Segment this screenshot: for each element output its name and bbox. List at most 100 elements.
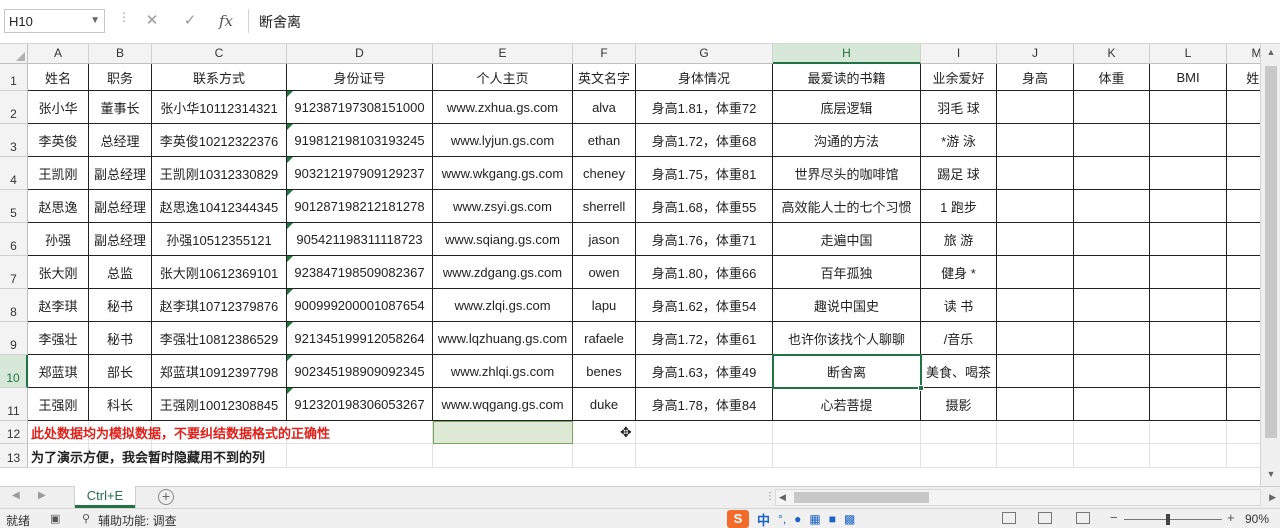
table-cell[interactable]: 921345199912058264 bbox=[287, 322, 433, 355]
table-cell[interactable] bbox=[1150, 223, 1227, 256]
table-cell[interactable]: 身高1.72，体重61 bbox=[636, 322, 773, 355]
formula-input[interactable]: 断舍离 bbox=[248, 9, 1274, 33]
empty-cell[interactable] bbox=[997, 444, 1074, 468]
header-cell[interactable]: 联系方式 bbox=[152, 64, 287, 91]
row-header-1[interactable]: 1 bbox=[0, 64, 28, 91]
table-cell[interactable]: 美食、喝茶 bbox=[921, 355, 997, 388]
table-cell[interactable]: 王强刚 bbox=[28, 388, 89, 421]
skin-icon[interactable]: ■ bbox=[829, 512, 836, 526]
zoom-slider-knob[interactable] bbox=[1166, 514, 1170, 525]
column-header-e[interactable]: E bbox=[433, 44, 573, 64]
column-header-i[interactable]: I bbox=[921, 44, 997, 64]
table-cell[interactable] bbox=[1227, 190, 1260, 223]
table-cell[interactable] bbox=[1227, 388, 1260, 421]
table-cell[interactable]: 副总经理 bbox=[89, 190, 152, 223]
table-cell[interactable]: 心若菩提 bbox=[773, 388, 921, 421]
column-header-m[interactable]: M bbox=[1227, 44, 1260, 64]
header-cell[interactable]: 姓+ bbox=[1227, 64, 1260, 91]
table-cell[interactable] bbox=[997, 223, 1074, 256]
table-cell[interactable]: 总监 bbox=[89, 256, 152, 289]
header-cell[interactable]: 最爱读的书籍 bbox=[773, 64, 921, 91]
table-cell[interactable]: 踢足 球 bbox=[921, 157, 997, 190]
zoom-slider[interactable] bbox=[1124, 519, 1222, 520]
header-cell[interactable]: 身高 bbox=[997, 64, 1074, 91]
table-cell[interactable] bbox=[997, 91, 1074, 124]
row-header-8[interactable]: 8 bbox=[0, 289, 28, 322]
table-cell[interactable] bbox=[1150, 388, 1227, 421]
row-header-4[interactable]: 4 bbox=[0, 157, 28, 190]
table-cell[interactable]: 李强壮10812386529 bbox=[152, 322, 287, 355]
table-cell[interactable]: owen bbox=[573, 256, 636, 289]
table-cell[interactable]: www.zlqi.gs.com bbox=[433, 289, 573, 322]
scroll-up-icon[interactable]: ▲ bbox=[1264, 47, 1278, 61]
table-cell[interactable]: 1 跑步 bbox=[921, 190, 997, 223]
tab-prev-icon[interactable]: ◀ bbox=[12, 490, 20, 501]
table-cell[interactable]: 孙强 bbox=[28, 223, 89, 256]
table-cell[interactable]: www.zdgang.gs.com bbox=[433, 256, 573, 289]
empty-cell[interactable] bbox=[997, 421, 1074, 444]
header-cell[interactable]: 体重 bbox=[1074, 64, 1150, 91]
table-cell[interactable] bbox=[1074, 289, 1150, 322]
table-cell[interactable]: 912320198306053267 bbox=[287, 388, 433, 421]
punctuation-icon[interactable]: °, bbox=[778, 512, 786, 526]
table-cell[interactable]: 912387197308151000 bbox=[287, 91, 433, 124]
empty-cell[interactable] bbox=[573, 444, 636, 468]
table-cell[interactable]: 副总经理 bbox=[89, 223, 152, 256]
table-cell[interactable]: jason bbox=[573, 223, 636, 256]
column-header-k[interactable]: K bbox=[1074, 44, 1150, 64]
header-cell[interactable]: 职务 bbox=[89, 64, 152, 91]
table-cell[interactable]: 身高1.62，体重54 bbox=[636, 289, 773, 322]
table-cell[interactable] bbox=[1227, 355, 1260, 388]
table-cell[interactable] bbox=[1150, 355, 1227, 388]
empty-cell[interactable] bbox=[921, 421, 997, 444]
table-cell[interactable] bbox=[997, 157, 1074, 190]
table-cell[interactable]: 沟通的方法 bbox=[773, 124, 921, 157]
table-cell[interactable]: 903212197909129237 bbox=[287, 157, 433, 190]
insert-function-icon[interactable]: fx bbox=[212, 9, 240, 33]
table-cell[interactable] bbox=[997, 256, 1074, 289]
column-header-f[interactable]: F bbox=[573, 44, 636, 64]
table-cell[interactable]: 身高1.80，体重66 bbox=[636, 256, 773, 289]
column-header-h[interactable]: H bbox=[773, 44, 921, 64]
table-cell[interactable] bbox=[1227, 223, 1260, 256]
header-cell[interactable]: 身份证号 bbox=[287, 64, 433, 91]
table-cell[interactable]: 董事长 bbox=[89, 91, 152, 124]
table-cell[interactable] bbox=[1150, 157, 1227, 190]
table-cell[interactable] bbox=[1227, 91, 1260, 124]
table-cell[interactable]: 身高1.75，体重81 bbox=[636, 157, 773, 190]
empty-cell[interactable] bbox=[1150, 444, 1227, 468]
table-cell[interactable]: /音乐 bbox=[921, 322, 997, 355]
row-header-12[interactable]: 12 bbox=[0, 421, 28, 444]
table-cell[interactable]: www.wqgang.gs.com bbox=[433, 388, 573, 421]
table-cell[interactable]: 底层逻辑 bbox=[773, 91, 921, 124]
number-as-text-indicator-icon[interactable] bbox=[287, 388, 293, 394]
table-cell[interactable] bbox=[1227, 289, 1260, 322]
horizontal-scrollbar[interactable]: ◀ ▶ bbox=[775, 489, 1276, 506]
row-header-10[interactable]: 10 bbox=[0, 355, 28, 388]
table-cell[interactable]: 健身 * bbox=[921, 256, 997, 289]
table-cell[interactable] bbox=[997, 322, 1074, 355]
table-cell[interactable]: 王凯刚10312330829 bbox=[152, 157, 287, 190]
table-cell[interactable] bbox=[1227, 322, 1260, 355]
row-header-7[interactable]: 7 bbox=[0, 256, 28, 289]
empty-cell[interactable] bbox=[433, 444, 573, 468]
table-cell[interactable] bbox=[1074, 322, 1150, 355]
accessibility-status[interactable]: 辅助功能: 调查 bbox=[98, 512, 177, 528]
column-header-j[interactable]: J bbox=[997, 44, 1074, 64]
table-cell[interactable]: 张小华 bbox=[28, 91, 89, 124]
scroll-right-icon[interactable]: ▶ bbox=[1269, 492, 1276, 503]
page-break-icon[interactable] bbox=[1076, 512, 1090, 524]
table-cell[interactable]: 赵思逸 bbox=[28, 190, 89, 223]
row-header-2[interactable]: 2 bbox=[0, 91, 28, 124]
table-cell[interactable] bbox=[1227, 124, 1260, 157]
number-as-text-indicator-icon[interactable] bbox=[287, 256, 293, 262]
table-cell[interactable] bbox=[997, 190, 1074, 223]
table-cell[interactable]: 孙强10512355121 bbox=[152, 223, 287, 256]
table-cell[interactable]: 副总经理 bbox=[89, 157, 152, 190]
table-cell[interactable]: 秘书 bbox=[89, 322, 152, 355]
scroll-down-icon[interactable]: ▼ bbox=[1264, 469, 1278, 483]
header-cell[interactable]: 姓名 bbox=[28, 64, 89, 91]
table-cell[interactable] bbox=[997, 388, 1074, 421]
header-cell[interactable]: 业余爱好 bbox=[921, 64, 997, 91]
fill-handle[interactable] bbox=[918, 385, 924, 391]
